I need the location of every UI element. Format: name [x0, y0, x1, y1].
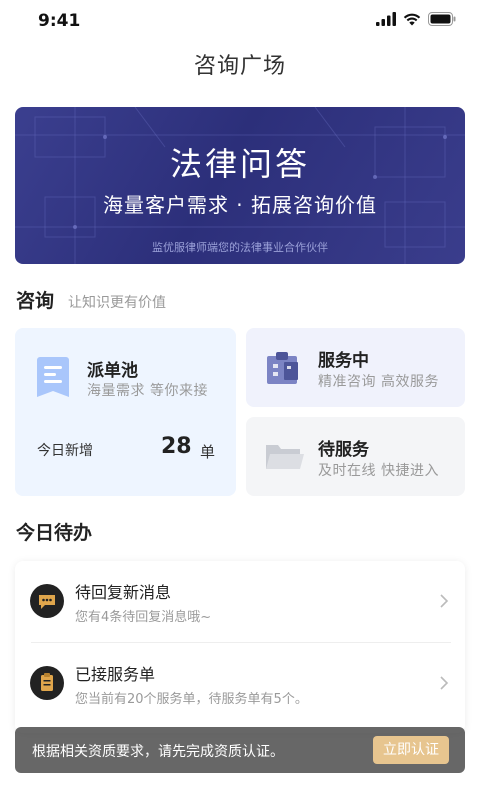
signal-icon [376, 12, 396, 26]
todo-list: 待回复新消息 您有4条待回复消息哦~ 已接服务单 您当前有20个服务单，待服务单… [15, 561, 465, 733]
consult-subheading: 让知识更有价值 [68, 295, 167, 311]
serving-card[interactable]: 服务中 精准咨询 高效服务 [246, 328, 465, 407]
order-icon [30, 666, 64, 700]
pool-unit: 单 [200, 443, 216, 461]
wifi-icon [403, 13, 421, 26]
todo-item-orders[interactable]: 已接服务单 您当前有20个服务单，待服务单有5个。 [15, 643, 465, 723]
consult-section-header: 咨询 让知识更有价值 [16, 286, 166, 313]
waiting-title: 待服务 [318, 440, 369, 460]
chevron-right-icon [440, 594, 449, 608]
serving-title: 服务中 [318, 351, 369, 371]
pool-title: 派单池 [87, 361, 138, 381]
banner-footer: 监优服律师端您的法律事业合作伙伴 [152, 241, 328, 254]
todo-item-title: 已接服务单 [75, 665, 156, 684]
chevron-right-icon [440, 676, 449, 690]
todo-item-subtitle: 您有4条待回复消息哦~ [75, 610, 212, 625]
todo-item-subtitle: 您当前有20个服务单，待服务单有5个。 [75, 692, 308, 707]
pool-today-label: 今日新增 [37, 443, 93, 459]
battery-icon [428, 12, 456, 26]
chat-bubble-icon [30, 584, 64, 618]
todo-item-title: 待回复新消息 [75, 583, 172, 602]
page-title: 咨询广场 [193, 54, 286, 79]
status-icons [376, 12, 456, 26]
banner[interactable]: 法律问答 海量客户需求 · 拓展咨询价值 监优服律师端您的法律事业合作伙伴 [15, 107, 465, 264]
waiting-card[interactable]: 待服务 及时在线 快捷进入 [246, 417, 465, 496]
todo-item-messages[interactable]: 待回复新消息 您有4条待回复消息哦~ [15, 561, 465, 641]
status-time: 9:41 [38, 11, 81, 31]
status-bar: 9:41 [0, 0, 480, 42]
clipboard-icon [267, 352, 298, 384]
dispatch-pool-card[interactable]: 派单池 海量需求 等你来接 今日新增 28 单 [15, 328, 236, 496]
certification-toast: 根据相关资质要求，请先完成资质认证。 立即认证 [15, 727, 465, 773]
consult-heading: 咨询 [16, 290, 55, 312]
banner-subtitle: 海量客户需求 · 拓展咨询价值 [102, 193, 378, 217]
toast-text: 根据相关资质要求，请先完成资质认证。 [32, 744, 284, 760]
document-list-icon [37, 357, 69, 397]
pool-subtitle: 海量需求 等你来接 [87, 383, 208, 399]
waiting-subtitle: 及时在线 快捷进入 [318, 463, 439, 479]
banner-title: 法律问答 [169, 145, 310, 183]
certify-now-button[interactable]: 立即认证 [373, 736, 449, 764]
serving-subtitle: 精准咨询 高效服务 [318, 374, 439, 390]
todo-heading: 今日待办 [16, 522, 93, 544]
pool-today-count: 28 [161, 434, 192, 459]
folder-icon [266, 445, 304, 469]
